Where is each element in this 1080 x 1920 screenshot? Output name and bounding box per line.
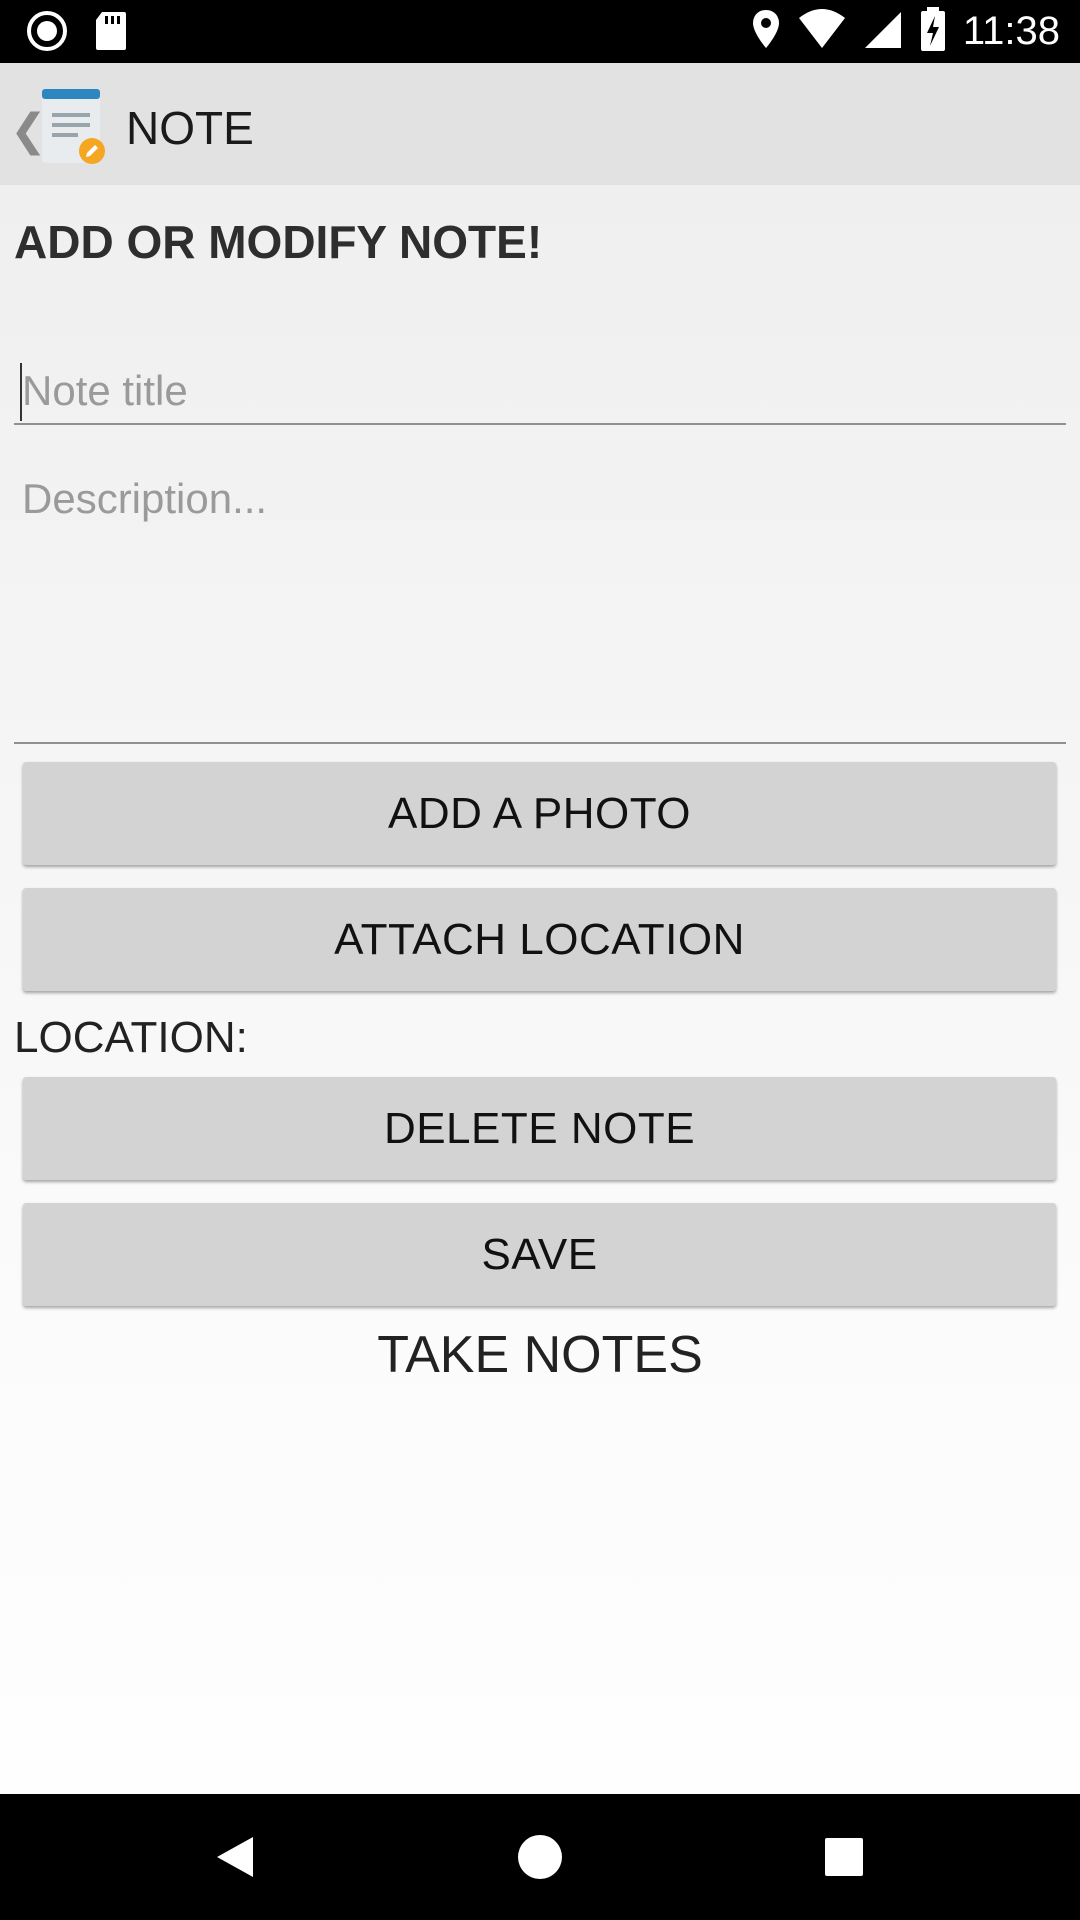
attach-location-button[interactable]: ATTACH LOCATION [23,888,1056,991]
footer-text: TAKE NOTES [377,1326,703,1384]
description-placeholder: Description... [22,475,268,522]
add-photo-button[interactable]: ADD A PHOTO [23,762,1056,865]
note-form: ADD OR MODIFY NOTE! Note title Descripti… [0,185,1080,1794]
home-circle-icon[interactable] [480,1794,600,1920]
app-bar: ❮ NOTE [0,63,1080,185]
app-title: NOTE [126,102,254,154]
navigation-bar [0,1794,1080,1920]
note-title-placeholder: Note title [22,367,188,414]
save-button[interactable]: SAVE [23,1203,1056,1306]
recents-square-icon[interactable] [784,1794,904,1920]
note-edit-icon[interactable] [40,83,110,172]
description-input[interactable]: Description... [14,460,1066,744]
signal-icon [863,8,903,55]
record-icon [26,10,68,57]
page-heading: ADD OR MODIFY NOTE! [14,216,543,268]
location-pin-icon [751,8,781,55]
delete-note-button[interactable]: DELETE NOTE [23,1077,1056,1180]
back-triangle-icon[interactable] [175,1794,295,1920]
battery-charging-icon [919,6,947,57]
sd-card-icon [94,10,128,57]
location-label: LOCATION: [14,1013,248,1062]
status-clock: 11:38 [962,9,1060,53]
wifi-icon [797,8,847,55]
status-bar: 11:38 [0,0,1080,63]
note-title-input[interactable]: Note title [14,355,1066,425]
